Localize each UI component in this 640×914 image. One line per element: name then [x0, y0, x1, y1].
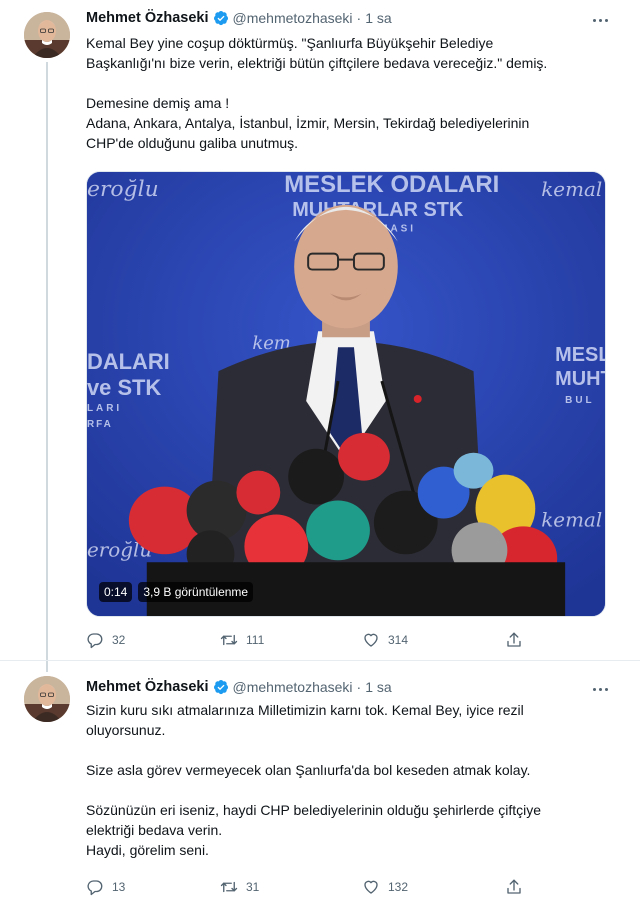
more-options-icon[interactable]	[590, 12, 610, 28]
avatar[interactable]	[24, 676, 70, 722]
like-button[interactable]: 132	[362, 876, 408, 898]
tweet-text: Kemal Bey yine coşup döktürmüş. "Şanlıur…	[86, 33, 616, 153]
backdrop-text: kemal	[541, 508, 602, 531]
backdrop-text: eroğlu	[87, 177, 159, 202]
backdrop-text: MUHT	[555, 368, 605, 390]
tweet-2[interactable]: Mehmet Özhaseki @mehmetozhaseki · 1 sa S…	[0, 662, 640, 914]
tweet-header: Mehmet Özhaseki @mehmetozhaseki · 1 sa	[86, 677, 392, 697]
reply-icon	[87, 633, 103, 649]
author-name[interactable]: Mehmet Özhaseki	[86, 679, 209, 695]
share-button[interactable]	[505, 876, 523, 898]
retweet-button[interactable]: 31	[220, 876, 259, 898]
like-count: 132	[388, 880, 409, 894]
like-count: 314	[388, 633, 409, 647]
tweet-timestamp[interactable]: 1 sa	[365, 10, 391, 26]
retweet-icon	[220, 881, 238, 893]
author-name[interactable]: Mehmet Özhaseki	[86, 10, 209, 26]
tweet-divider	[0, 660, 640, 661]
tweet-actions: 13 31 132	[86, 876, 536, 898]
tweet-text-line: Demesine demiş ama !	[86, 95, 230, 111]
more-options-icon[interactable]	[590, 681, 610, 697]
video-duration: 0:14	[99, 582, 133, 602]
avatar-photo	[24, 12, 70, 58]
retweet-count: 111	[246, 633, 265, 647]
tweet-text-line: Haydi, görelim seni.	[86, 842, 209, 858]
reply-count: 13	[112, 880, 126, 894]
avatar[interactable]	[24, 12, 70, 58]
tweet-text-line: Size asla görev vermeyecek olan Şanlıurf…	[86, 762, 531, 778]
video-view-count: 3,9 B görüntülenme	[138, 582, 254, 602]
reply-icon	[87, 880, 103, 896]
verified-badge-icon	[213, 680, 228, 695]
backdrop-text: LARI	[87, 403, 122, 414]
video-overlay: 0:14 3,9 B görüntülenme	[99, 582, 254, 602]
video-player[interactable]: MESLEK ODALARI MUHTARLAR STK BULUŞMASI D…	[86, 171, 606, 617]
reply-button[interactable]: 13	[86, 876, 125, 898]
tweet-text-line: CHP'de olduğunu galiba unutmuş.	[86, 135, 299, 151]
tweet-actions: 32 111 314	[86, 629, 536, 651]
heart-icon	[364, 633, 378, 647]
retweet-button[interactable]: 111	[220, 629, 264, 651]
reply-button[interactable]: 32	[86, 629, 125, 651]
tweet-text: Sizin kuru sıkı atmalarınıza Milletimizi…	[86, 700, 616, 860]
video-frame: MESLEK ODALARI MUHTARLAR STK BULUŞMASI D…	[87, 172, 605, 616]
retweet-count: 31	[246, 880, 260, 894]
separator-dot: ·	[356, 679, 362, 695]
heart-icon	[364, 880, 378, 894]
tweet-1[interactable]: Mehmet Özhaseki @mehmetozhaseki · 1 sa K…	[0, 0, 640, 662]
tweet-text-line: elektriği bedava verin.	[86, 822, 223, 838]
tweet-text-line: Sözünüzün eri iseniz, haydi CHP belediye…	[86, 802, 541, 818]
share-icon	[507, 879, 521, 894]
backdrop-text: BUL	[565, 395, 594, 406]
share-button[interactable]	[505, 629, 523, 651]
share-icon	[507, 632, 521, 647]
backdrop-text: DALARI	[87, 349, 170, 374]
tweet-text-line: Başkanlığı'nı bize verin, elektriği bütü…	[86, 55, 548, 71]
tweet-text-line: oluyorsunuz.	[86, 722, 166, 738]
author-handle[interactable]: @mehmetozhaseki	[233, 679, 353, 695]
backdrop-text: kemal	[541, 178, 602, 201]
tweet-text-line: Sizin kuru sıkı atmalarınıza Milletimizi…	[86, 702, 524, 718]
tweet-text-line: Adana, Ankara, Antalya, İstanbul, İzmir,…	[86, 115, 530, 131]
separator-dot: ·	[356, 10, 362, 26]
backdrop-text: MESL	[555, 344, 605, 366]
tweet-timestamp[interactable]: 1 sa	[365, 679, 391, 695]
reply-count: 32	[112, 633, 126, 647]
backdrop-text: MESLEK ODALARI	[284, 172, 499, 198]
author-handle[interactable]: @mehmetozhaseki	[233, 10, 353, 26]
like-button[interactable]: 314	[362, 629, 408, 651]
tweet-text-line: Kemal Bey yine coşup döktürmüş. "Şanlıur…	[86, 35, 494, 51]
backdrop-text: ve STK	[87, 375, 161, 400]
tweet-header: Mehmet Özhaseki @mehmetozhaseki · 1 sa	[86, 8, 392, 28]
backdrop-text: RFA	[87, 419, 113, 430]
retweet-icon	[220, 634, 238, 646]
avatar-photo	[24, 676, 70, 722]
verified-badge-icon	[213, 11, 228, 26]
